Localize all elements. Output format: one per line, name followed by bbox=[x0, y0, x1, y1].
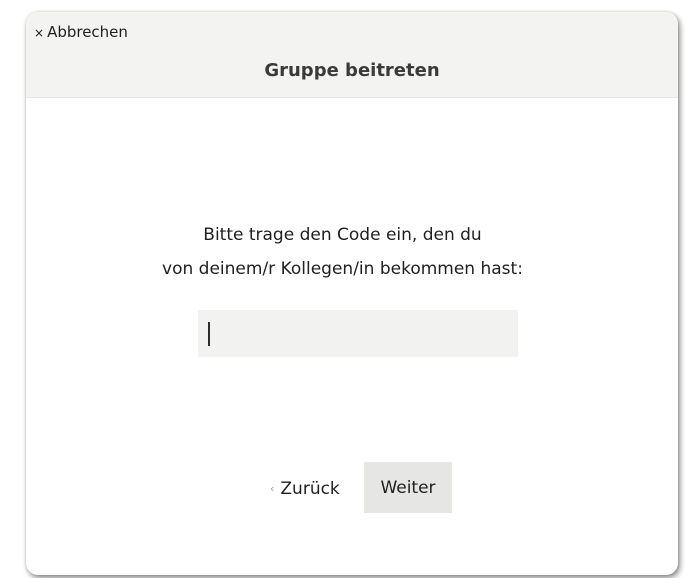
instruction-line-2: von deinem/r Kollegen/in bekommen hast: bbox=[162, 259, 523, 279]
back-button[interactable]: ‹ Zurück bbox=[270, 478, 340, 500]
code-input[interactable] bbox=[198, 310, 518, 357]
dialog-title: Gruppe beitreten bbox=[264, 60, 440, 81]
cancel-button[interactable]: × Abbrechen bbox=[34, 22, 128, 43]
instruction-line-1: Bitte trage den Code ein, den du bbox=[203, 225, 482, 245]
next-button[interactable]: Weiter bbox=[364, 462, 452, 513]
cancel-label: Abbrechen bbox=[47, 23, 128, 41]
instruction-text: Bitte trage den Code ein, den du von dei… bbox=[0, 218, 685, 286]
back-label: Zurück bbox=[280, 479, 340, 499]
join-group-dialog: Gruppe beitreten bbox=[26, 12, 678, 575]
text-caret bbox=[208, 322, 210, 346]
close-icon: × bbox=[34, 26, 45, 40]
chevron-left-icon: ‹ bbox=[270, 482, 275, 495]
